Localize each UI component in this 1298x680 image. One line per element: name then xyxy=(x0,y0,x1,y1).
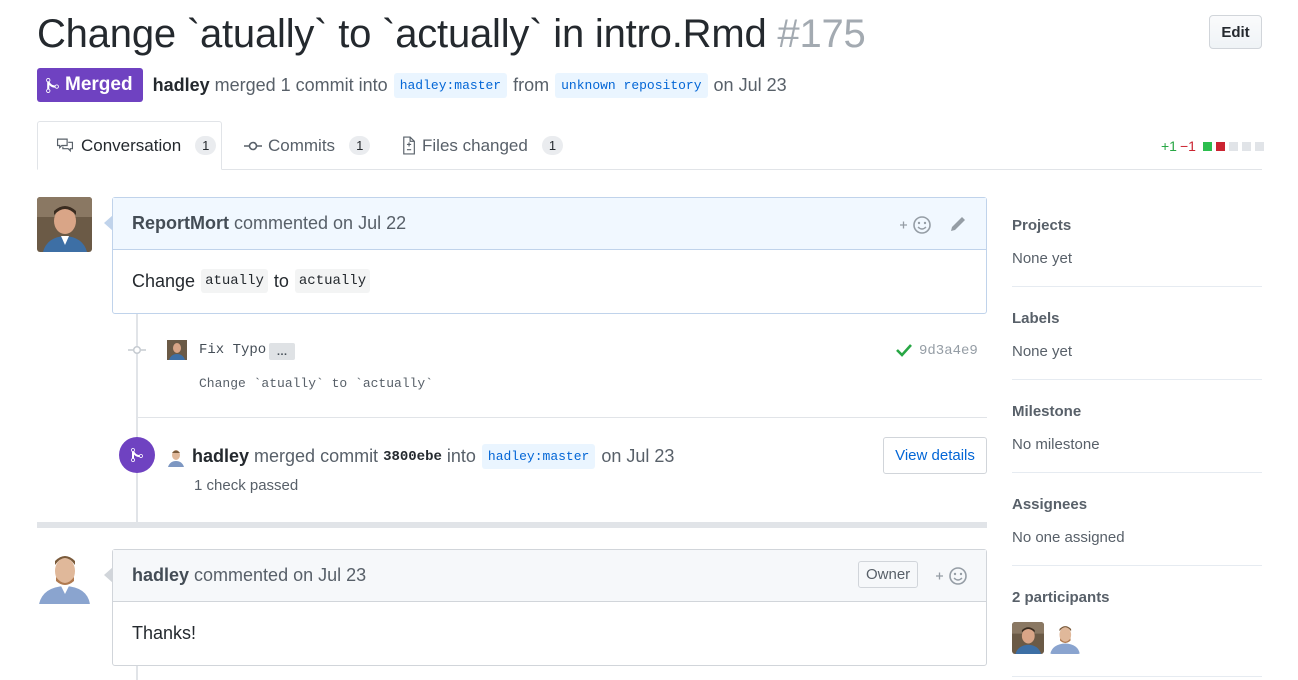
sidebar-assignees[interactable]: Assignees No one assigned xyxy=(1012,496,1262,546)
tab-files-count: 1 xyxy=(541,136,564,155)
diffstat: +1 −1 xyxy=(1161,138,1264,154)
comment-header: ReportMort commented on Jul 22 xyxy=(113,198,986,250)
merge-branch[interactable]: hadley:master xyxy=(481,444,596,469)
timeline-line xyxy=(136,665,138,680)
divider xyxy=(1012,379,1262,380)
commit-sha[interactable]: 9d3a4e9 xyxy=(919,343,978,359)
git-commit-icon xyxy=(244,141,262,150)
base-branch[interactable]: hadley:master xyxy=(393,72,508,98)
inline-code: actually xyxy=(294,269,371,293)
participant-avatar-hadley[interactable] xyxy=(1049,622,1081,654)
diffstat-additions: +1 xyxy=(1161,138,1177,154)
git-merge-icon xyxy=(46,77,59,93)
diffstat-block-neutral xyxy=(1228,141,1238,151)
comment-reportmort: ReportMort commented on Jul 22 Change at… xyxy=(112,197,987,314)
avatar-hadley[interactable] xyxy=(37,549,92,604)
pr-title: Change `atually` to `actually` in intro.… xyxy=(37,12,767,56)
diffstat-deletions: −1 xyxy=(1179,138,1196,154)
comment-text: Change xyxy=(132,270,196,291)
merged-status-badge: Merged xyxy=(37,68,143,102)
sidebar-participants: 2 participants xyxy=(1012,589,1262,606)
divider xyxy=(137,417,987,418)
tab-commits-count: 1 xyxy=(349,136,371,155)
comment-body: Change atually to actually xyxy=(113,250,986,312)
tab-commits-label: Commits xyxy=(268,135,336,155)
sidebar-projects-title: Projects xyxy=(1012,217,1072,234)
pr-number: #175 xyxy=(777,12,866,56)
add-reaction-icon[interactable] xyxy=(935,566,969,591)
merge-action: merged commit xyxy=(254,446,379,466)
pr-author-link[interactable]: hadley xyxy=(153,75,210,96)
sidebar-labels-value: None yet xyxy=(1012,343,1073,360)
tab-commits[interactable]: Commits 1 xyxy=(244,121,371,170)
tab-files-changed[interactable]: Files changed 1 xyxy=(400,121,564,170)
diffstat-block-neutral xyxy=(1241,141,1251,151)
sidebar-milestone-title: Milestone xyxy=(1012,403,1082,420)
checks-status: 1 check passed xyxy=(194,477,299,494)
page-title: Change `atually` to `actually` in intro.… xyxy=(37,12,866,57)
divider xyxy=(1012,472,1262,473)
participant-avatar-reportmort[interactable] xyxy=(1012,622,1044,654)
sidebar-milestone[interactable]: Milestone No milestone xyxy=(1012,403,1262,453)
sidebar-labels-title: Labels xyxy=(1012,310,1060,327)
avatar-reportmort[interactable] xyxy=(37,197,92,252)
edit-pencil-icon[interactable] xyxy=(949,215,967,238)
add-reaction-icon[interactable] xyxy=(899,215,933,240)
merge-commit-sha[interactable]: 3800ebe xyxy=(383,449,442,465)
owner-badge: Owner xyxy=(858,561,919,588)
head-branch: unknown repository xyxy=(555,72,708,98)
merge-user[interactable]: hadley xyxy=(192,446,249,467)
comment-text: to xyxy=(273,270,289,291)
merge-event-text: hadley merged commit 3800ebe into hadley… xyxy=(192,444,674,469)
sidebar-projects[interactable]: Projects None yet xyxy=(1012,217,1262,267)
git-merge-icon xyxy=(131,447,143,462)
diffstat-block-added xyxy=(1202,141,1212,151)
commit-description: Change `atually` to `actually` xyxy=(199,376,434,391)
tab-conversation-count: 1 xyxy=(195,136,217,155)
sidebar-projects-value: None yet xyxy=(1012,250,1073,267)
sidebar-assignees-title: Assignees xyxy=(1012,496,1088,513)
comment-timestamp[interactable]: commented on Jul 22 xyxy=(234,213,406,234)
tab-files-label: Files changed xyxy=(422,135,528,155)
pr-action-text: merged 1 commit into xyxy=(214,74,388,95)
comment-hadley: hadley commented on Jul 23 Owner Thanks! xyxy=(112,549,987,666)
merge-into: into xyxy=(446,446,476,466)
comment-discussion-icon xyxy=(56,138,74,153)
from-text: from xyxy=(513,74,550,95)
inline-code: atually xyxy=(201,269,268,293)
commit-message[interactable]: Fix Typo xyxy=(199,342,266,358)
pr-date: on Jul 23 xyxy=(713,74,787,95)
merged-label: Merged xyxy=(65,74,133,95)
git-commit-icon xyxy=(128,343,146,361)
sidebar-labels[interactable]: Labels None yet xyxy=(1012,310,1262,360)
timeline-separator xyxy=(37,522,987,528)
view-details-button[interactable]: View details xyxy=(883,437,987,474)
check-icon[interactable] xyxy=(896,343,912,362)
divider xyxy=(1012,676,1262,677)
pr-meta: Merged hadley merged 1 commit into hadle… xyxy=(37,68,787,102)
sidebar-milestone-value: No milestone xyxy=(1012,436,1100,453)
merge-event-badge xyxy=(119,437,155,473)
merge-user-avatar[interactable] xyxy=(166,447,186,472)
sidebar-participants-title: 2 participants xyxy=(1012,589,1110,606)
comment-author[interactable]: hadley xyxy=(132,565,189,586)
commit-expand-button[interactable]: … xyxy=(269,343,295,360)
file-diff-icon xyxy=(403,136,415,155)
edit-button[interactable]: Edit xyxy=(1209,15,1262,49)
tab-conversation[interactable]: Conversation 1 xyxy=(37,121,222,170)
commit-avatar[interactable] xyxy=(167,340,187,365)
comment-body: Thanks! xyxy=(132,622,197,643)
merge-date[interactable]: on Jul 23 xyxy=(601,446,674,467)
comment-author[interactable]: ReportMort xyxy=(132,213,229,234)
comment-timestamp[interactable]: commented on Jul 23 xyxy=(194,565,366,586)
diffstat-block-deleted xyxy=(1215,141,1225,151)
tab-conversation-label: Conversation xyxy=(81,135,182,155)
diffstat-block-neutral xyxy=(1254,141,1264,151)
sidebar-assignees-value: No one assigned xyxy=(1012,529,1125,546)
divider xyxy=(1012,565,1262,566)
divider xyxy=(1012,286,1262,287)
comment-header: hadley commented on Jul 23 Owner xyxy=(113,550,986,602)
